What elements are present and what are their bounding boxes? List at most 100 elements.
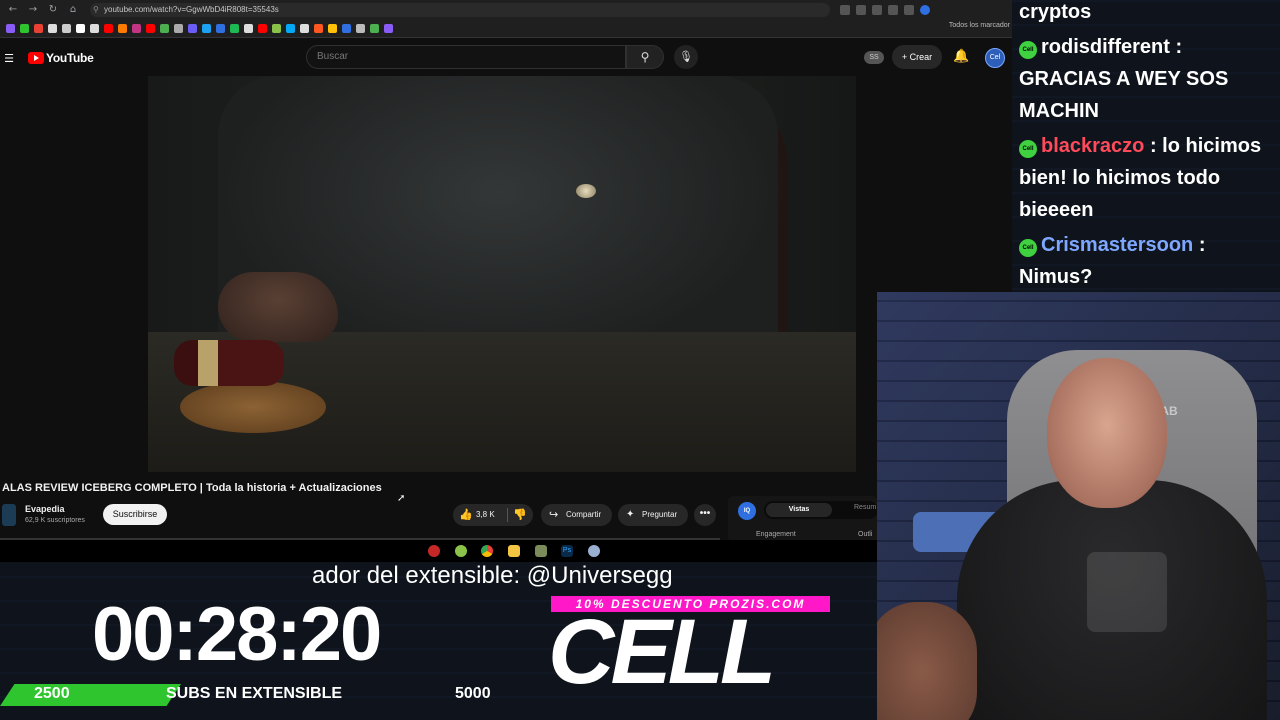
share-arrow-icon: ↪ [549, 508, 559, 521]
analytics-logo-icon[interactable]: IQ [738, 502, 756, 520]
taskbar-app-icon[interactable] [428, 545, 440, 557]
chat-username[interactable]: Crismastersoon [1041, 234, 1193, 256]
bookmark-star-icon[interactable] [872, 5, 882, 15]
notifications-bell-icon[interactable]: 🔔 [953, 49, 969, 64]
bookmark-icon[interactable] [286, 24, 295, 33]
taskbar: Ps [0, 540, 1012, 562]
bookmark-icon[interactable] [300, 24, 309, 33]
outlier-label: Outli [858, 531, 873, 538]
hamburger-menu-icon[interactable]: ☰ [2, 52, 16, 65]
bookmark-icon[interactable] [328, 24, 337, 33]
analytics-tabs: Vistas Resum [764, 501, 878, 519]
thumbs-down-icon[interactable]: 👎 [513, 508, 527, 521]
extension-icon[interactable] [888, 5, 898, 15]
video-gavel [174, 340, 284, 386]
search-button[interactable]: ⚲ [626, 45, 664, 69]
bookmark-icon[interactable] [90, 24, 99, 33]
stream-timer: 00:28:20 [92, 592, 382, 677]
bookmark-icon[interactable] [48, 24, 57, 33]
cast-icon[interactable] [856, 5, 866, 15]
subscriber-badge-icon: Cell [1019, 140, 1037, 158]
bookmark-icon[interactable] [230, 24, 239, 33]
subs-goal-label: SUBS EN EXTENSIBLE [166, 685, 343, 702]
like-count[interactable]: 3,8 K [476, 510, 495, 519]
ask-button[interactable]: ✦ Preguntar [618, 504, 688, 526]
bookmark-icon[interactable] [244, 24, 253, 33]
bookmark-icon[interactable] [384, 24, 393, 33]
video-player[interactable] [148, 76, 856, 472]
extensions-puzzle-icon[interactable] [904, 5, 914, 15]
tab-vistas[interactable]: Vistas [766, 503, 832, 517]
voice-search-button[interactable]: 🎙 [674, 45, 698, 69]
youtube-logo[interactable]: YouTube [28, 51, 94, 65]
subs-goal-target: 5000 [455, 685, 491, 702]
chat-username[interactable]: rodisdifferent [1041, 36, 1170, 58]
bookmark-icon[interactable] [370, 24, 379, 33]
browser-toolbar-icons [840, 5, 930, 15]
microphone-icon: 🎙 [679, 50, 693, 63]
bookmark-icon[interactable] [62, 24, 71, 33]
create-label: Crear [909, 52, 933, 62]
bookmark-icon[interactable] [202, 24, 211, 33]
channel-avatar[interactable] [2, 504, 16, 526]
brand-logo-text: CELL [548, 601, 776, 703]
subs-goal-fill [0, 684, 181, 706]
tab-resumen[interactable]: Resum [854, 504, 876, 511]
back-icon[interactable]: ← [6, 3, 20, 17]
share-button[interactable]: ↪ Compartir [541, 504, 612, 526]
chat-message: cryptos [1019, 0, 1275, 28]
like-divider [507, 508, 508, 522]
bookmark-icon[interactable] [174, 24, 183, 33]
bookmark-icon[interactable] [6, 24, 15, 33]
video-title: ALAS REVIEW ICEBERG COMPLETO | Toda la h… [2, 482, 382, 494]
bookmark-icon[interactable] [160, 24, 169, 33]
bookmark-icon[interactable] [314, 24, 323, 33]
taskbar-app-icon[interactable] [455, 545, 467, 557]
bookmark-icon[interactable] [20, 24, 29, 33]
home-icon[interactable]: ⌂ [66, 3, 80, 17]
photoshop-icon[interactable]: Ps [561, 545, 573, 557]
bookmark-icon[interactable] [188, 24, 197, 33]
video-hand [218, 272, 338, 342]
create-button[interactable]: + Crear [892, 45, 942, 69]
bookmark-icon[interactable] [258, 24, 267, 33]
bookmark-icon[interactable] [356, 24, 365, 33]
mouse-cursor-icon: ➚ [397, 493, 406, 504]
bookmark-icon[interactable] [146, 24, 155, 33]
thumbs-up-icon[interactable]: 👍 [459, 508, 473, 521]
bookmark-icon[interactable] [132, 24, 141, 33]
chat-message: Cell rodisdifferent : GRACIAS A WEY SOS M… [1019, 31, 1275, 127]
profile-icon[interactable] [920, 5, 930, 15]
zoom-icon[interactable] [840, 5, 850, 15]
bookmark-icon[interactable] [76, 24, 85, 33]
bookmark-icon[interactable] [104, 24, 113, 33]
forward-icon[interactable]: → [26, 3, 40, 17]
account-avatar[interactable]: Cel [985, 48, 1005, 68]
chrome-icon[interactable] [481, 545, 493, 557]
all-bookmarks-link[interactable]: Todos los marcador [949, 22, 1012, 29]
chat-message: Cell blackraczo : lo hicimos bien! lo hic… [1019, 130, 1275, 226]
taskbar-app-icon[interactable] [588, 545, 600, 557]
channel-name[interactable]: Evapedia [25, 504, 65, 514]
url-field[interactable]: youtube.com/watch?v=GgwWbD4iR808t=35543s [90, 3, 830, 17]
subscriber-badge-icon: Cell [1019, 239, 1037, 257]
reload-icon[interactable]: ↻ [46, 3, 60, 17]
extension-badge[interactable]: SS [864, 51, 884, 64]
like-dislike-group: 👍 3,8 K 👎 [453, 504, 533, 526]
bookmark-icon[interactable] [342, 24, 351, 33]
video-sound-block [180, 381, 326, 433]
more-actions-button[interactable]: ••• [694, 504, 716, 526]
subscribe-button[interactable]: Suscribirse [103, 504, 167, 525]
youtube-play-icon [28, 52, 44, 64]
subs-goal-start: 2500 [34, 685, 70, 702]
ask-label: Preguntar [642, 510, 678, 519]
bookmark-icon[interactable] [272, 24, 281, 33]
bookmark-icon[interactable] [216, 24, 225, 33]
webcam-shirt-print [1087, 552, 1167, 632]
chat-username[interactable]: blackraczo [1041, 135, 1144, 157]
bookmark-icon[interactable] [34, 24, 43, 33]
taskbar-app-icon[interactable] [535, 545, 547, 557]
bookmark-icon[interactable] [118, 24, 127, 33]
search-input[interactable]: Buscar [306, 45, 626, 69]
folder-icon[interactable] [508, 545, 520, 557]
